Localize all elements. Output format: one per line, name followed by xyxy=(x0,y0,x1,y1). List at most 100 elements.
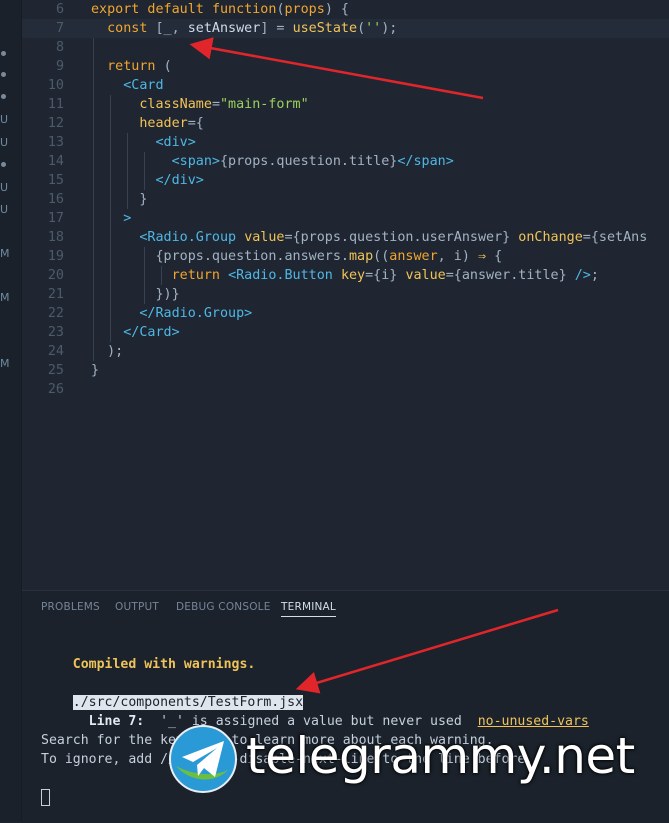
code-line[interactable]: 14 <span>{props.question.title}</span> xyxy=(22,152,669,171)
code-token: ; xyxy=(590,268,599,283)
code-token: key xyxy=(340,268,366,283)
code-line[interactable]: 17 > xyxy=(22,209,669,228)
line-code: </Card> xyxy=(91,323,180,342)
code-token: <Card xyxy=(123,78,164,93)
line-number: 20 xyxy=(47,268,64,283)
line-number: 19 xyxy=(47,249,64,264)
line-number: 26 xyxy=(47,382,64,397)
code-editor[interactable]: 6 export default function(props) {7 const… xyxy=(22,0,669,590)
code-line[interactable]: 23 </Card> xyxy=(22,323,669,342)
line-number: 7 xyxy=(55,21,64,36)
code-token: } xyxy=(91,363,100,378)
code-line[interactable]: 20 return <Radio.Button key={i} value={a… xyxy=(22,266,669,285)
code-token: header xyxy=(139,116,188,131)
code-token: ); xyxy=(381,21,398,36)
code-line[interactable]: 15 </div> xyxy=(22,171,669,190)
code-token: {props.question.answers. xyxy=(155,249,349,264)
code-token: ] = xyxy=(260,21,293,36)
code-line[interactable]: 13 <div> xyxy=(22,133,669,152)
line-number: 14 xyxy=(47,154,64,169)
line-number: 21 xyxy=(47,287,64,302)
tab-output[interactable]: OUTPUT xyxy=(115,601,159,613)
tab-terminal[interactable]: TERMINAL xyxy=(281,601,336,617)
line-number: 23 xyxy=(47,325,64,340)
code-token: {props.question.title} xyxy=(220,154,398,169)
code-token: </Card> xyxy=(123,325,180,340)
line-number: 16 xyxy=(47,192,64,207)
code-line[interactable]: 6 export default function(props) { xyxy=(22,0,669,19)
code-line[interactable]: 8 xyxy=(22,38,669,57)
code-line[interactable]: 24 ); xyxy=(22,342,669,361)
code-line[interactable]: 11 className="main-form" xyxy=(22,95,669,114)
line-number: 11 xyxy=(47,97,64,112)
code-line[interactable]: 9 return ( xyxy=(22,57,669,76)
code-token: ={setAns xyxy=(582,230,648,245)
code-token: </Radio.Group> xyxy=(139,306,253,321)
tab-debug-console[interactable]: DEBUG CONSOLE xyxy=(176,601,271,613)
line-code: const [_, setAnswer] = useState(''); xyxy=(91,19,397,38)
line-code: })} xyxy=(91,285,180,304)
code-line[interactable]: 22 </Radio.Group> xyxy=(22,304,669,323)
git-change-dot xyxy=(1,162,6,167)
code-token: return xyxy=(171,268,229,283)
watermark: telegrammy.net xyxy=(168,718,668,802)
code-token: (( xyxy=(373,249,390,264)
line-number: 13 xyxy=(47,135,64,150)
line-code: header={ xyxy=(91,114,204,133)
code-line[interactable]: 19 {props.question.answers.map((answer, … xyxy=(22,247,669,266)
line-code: <Radio.Group value={props.question.userA… xyxy=(91,228,647,247)
git-status-badge: M xyxy=(0,291,10,304)
code-token: ={ xyxy=(187,116,204,131)
compiled-status: Compiled with warnings. xyxy=(72,657,256,672)
code-token: <Radio.Group xyxy=(139,230,245,245)
line-number: 17 xyxy=(47,211,64,226)
line-number: 18 xyxy=(47,230,64,245)
code-token: ={i} xyxy=(365,268,406,283)
code-line[interactable]: 26 xyxy=(22,380,669,399)
code-token: "main-form" xyxy=(220,97,309,112)
warning-line-number: Line 7: xyxy=(88,714,145,729)
git-status-badge: M xyxy=(0,357,10,370)
code-token: ( xyxy=(163,59,172,74)
code-line[interactable]: 10 <Card xyxy=(22,76,669,95)
git-status-badge: U xyxy=(0,113,9,126)
code-token: const xyxy=(107,21,156,36)
code-token: , i) xyxy=(437,249,478,264)
code-line[interactable]: 12 header={ xyxy=(22,114,669,133)
code-line[interactable]: 18 <Radio.Group value={props.question.us… xyxy=(22,228,669,247)
tab-problems[interactable]: PROBLEMS xyxy=(41,601,100,613)
line-code: <div> xyxy=(91,133,196,152)
line-code: <Card xyxy=(91,76,164,95)
code-line[interactable]: 21 })} xyxy=(22,285,669,304)
line-code: className="main-form" xyxy=(91,95,309,114)
code-token: onChange xyxy=(518,230,583,245)
code-line[interactable]: 16 } xyxy=(22,190,669,209)
code-token: ( xyxy=(357,21,366,36)
line-code: export default function(props) { xyxy=(91,0,349,19)
code-line[interactable]: 7 const [_, setAnswer] = useState(''); xyxy=(22,19,669,38)
code-token: > xyxy=(123,211,132,226)
code-token: value xyxy=(244,230,285,245)
line-code: ); xyxy=(91,342,123,361)
watermark-text: telegrammy.net xyxy=(246,727,635,785)
code-token: setAnswer xyxy=(187,21,261,36)
line-code: } xyxy=(91,190,147,209)
line-code: return ( xyxy=(91,57,172,76)
line-number: 24 xyxy=(47,344,64,359)
code-token: export default xyxy=(91,2,212,17)
line-code: return <Radio.Button key={i} value={answ… xyxy=(91,266,599,285)
code-line[interactable]: 25} xyxy=(22,361,669,380)
code-token: ={props.question.userAnswer} xyxy=(284,230,519,245)
git-status-badge: U xyxy=(0,136,9,149)
line-code: </Radio.Group> xyxy=(91,304,252,323)
